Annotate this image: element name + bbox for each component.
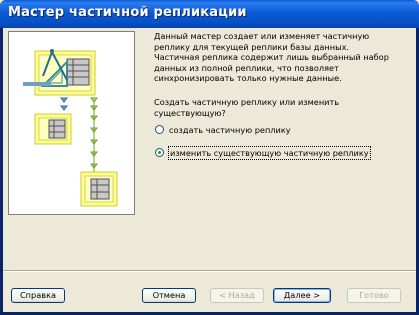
description-text: Данный мастер создает или изменяет части… [154,31,389,84]
window-title: Мастер частичной репликации [8,5,247,20]
wizard-description: Данный мастер создает или изменяет части… [154,31,409,84]
radio-modify[interactable] [155,148,164,157]
option-modify-label[interactable]: изменить существующую частичную реплику [168,146,371,160]
wizard-question: Создать частичную реплику или изменить с… [154,97,340,118]
option-modify-replica[interactable]: изменить существующую частичную реплику [155,146,405,160]
finish-button[interactable]: Готово [347,288,401,303]
title-bar[interactable]: Мастер частичной репликации [0,0,419,28]
help-button[interactable]: Справка [11,288,65,303]
wizard-illustration [8,31,135,215]
back-button[interactable]: < Назад [210,288,264,303]
replica-diagram-icon [23,49,118,207]
cancel-button[interactable]: Отмена [142,288,196,303]
radio-create[interactable] [155,125,164,134]
next-button[interactable]: Далее > [273,288,331,303]
option-create-label[interactable]: создать частичную реплику [169,124,291,136]
footer-divider [3,270,416,272]
wizard-window: Мастер частичной репликации Данный масте… [0,0,419,315]
wizard-body: Данный мастер создает или изменяет части… [3,28,416,312]
option-create-replica[interactable]: создать частичную реплику [155,124,355,136]
